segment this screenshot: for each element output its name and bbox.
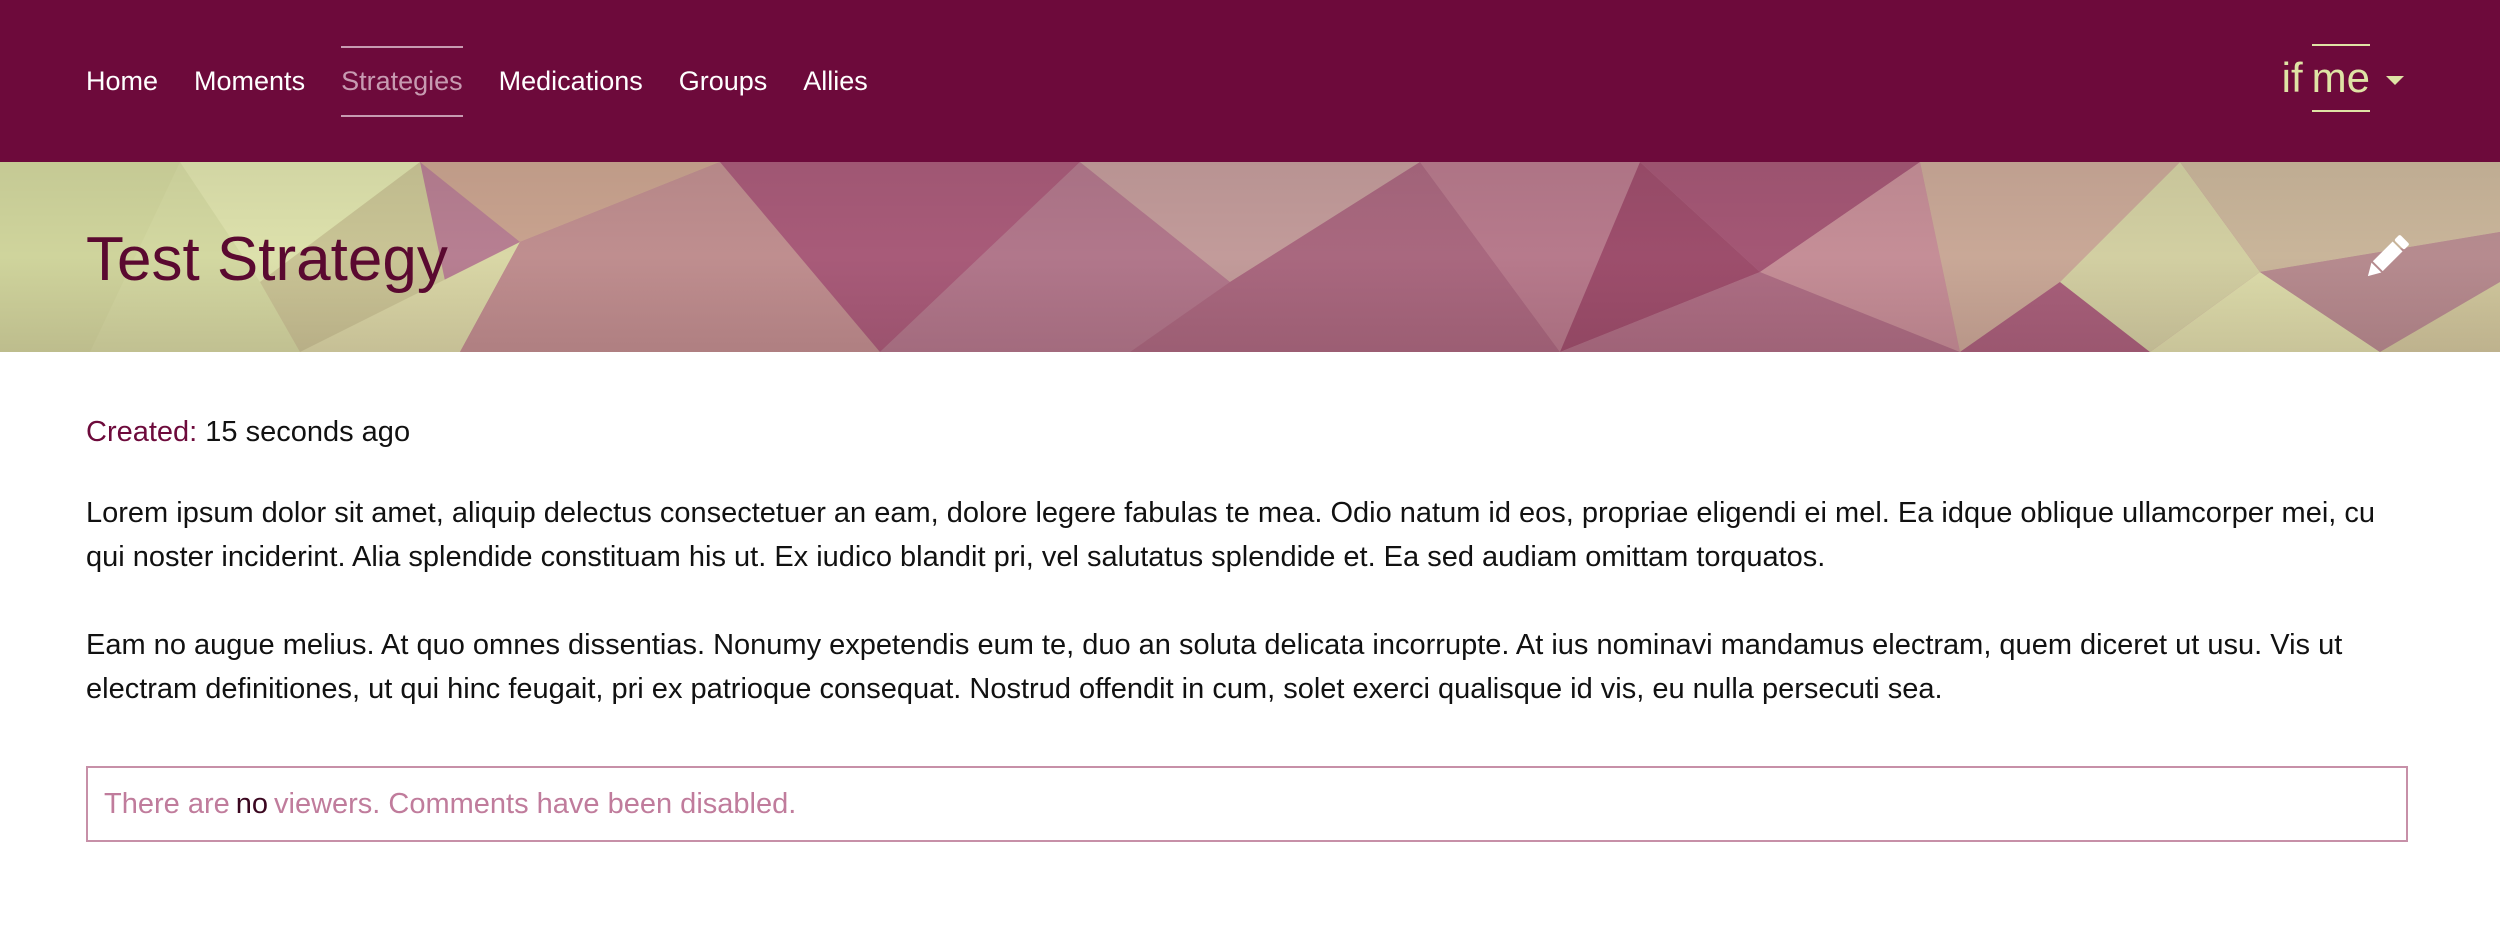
nav-item-allies[interactable]: Allies (803, 46, 868, 117)
notice-text-after: viewers. Comments have been disabled. (274, 787, 797, 820)
strategy-content: Created: 15 seconds ago Lorem ipsum dolo… (86, 352, 2410, 711)
nav-item-home[interactable]: Home (86, 46, 158, 117)
edit-button[interactable] (2358, 228, 2416, 286)
main-nav: Home Moments Strategies Medications Grou… (86, 0, 904, 162)
nav-item-medications[interactable]: Medications (499, 46, 643, 117)
description-paragraph: Eam no augue melius. At quo omnes dissen… (86, 629, 2343, 705)
brand-logo-if: if (2281, 54, 2303, 101)
page: Home Moments Strategies Medications Grou… (0, 0, 2504, 932)
notice-emphasis: no (235, 787, 268, 820)
nav-item-moments[interactable]: Moments (194, 46, 305, 117)
top-navigation-bar: Home Moments Strategies Medications Grou… (0, 0, 2500, 162)
description-paragraph: Lorem ipsum dolor sit amet, aliquip dele… (86, 497, 2376, 573)
created-value: 15 seconds ago (205, 416, 411, 448)
created-label: Created: (86, 416, 198, 448)
pencil-icon[interactable] (2358, 228, 2416, 286)
page-title: Test Strategy (86, 225, 448, 294)
strategy-description: Lorem ipsum dolor sit amet, aliquip dele… (86, 491, 2410, 711)
brand-logo-me: me (2311, 44, 2370, 112)
caret-down-icon[interactable] (2386, 75, 2404, 85)
brand-menu[interactable]: if me (2282, 42, 2404, 114)
notice-text-before: There are (104, 787, 230, 820)
nav-item-groups[interactable]: Groups (679, 46, 768, 117)
created-meta: Created: 15 seconds ago (86, 416, 2410, 449)
viewers-notice: There are no viewers. Comments have been… (86, 766, 2408, 842)
title-banner: Test Strategy (0, 162, 2500, 352)
nav-item-strategies[interactable]: Strategies (341, 45, 463, 117)
